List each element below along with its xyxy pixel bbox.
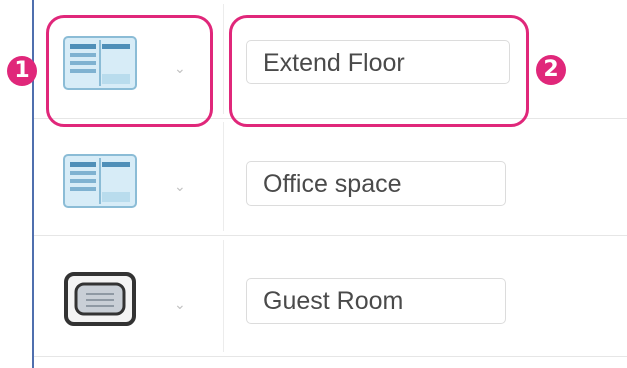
name-field[interactable]: Guest Room xyxy=(246,278,506,324)
callout-badge-2: 2 xyxy=(536,55,566,85)
cell-divider xyxy=(223,4,224,114)
chevron-down-icon[interactable]: ⌄ xyxy=(174,297,186,311)
type-selector[interactable]: ⌄ xyxy=(62,152,212,212)
cell-divider xyxy=(223,122,224,231)
callout-highlight-name xyxy=(229,15,529,127)
type-selector[interactable]: ⌄ xyxy=(62,270,212,330)
table-row: ⌄ Guest Room xyxy=(34,236,627,357)
callout-badge-1: 1 xyxy=(7,56,37,86)
chevron-down-icon[interactable]: ⌄ xyxy=(174,179,186,193)
name-field[interactable]: Office space xyxy=(246,161,506,206)
cell-divider xyxy=(223,240,224,352)
table-row: ⌄ Office space xyxy=(34,118,627,236)
room-icon xyxy=(64,272,136,326)
callout-highlight-type xyxy=(46,15,213,127)
floor-plan-icon xyxy=(63,154,137,208)
